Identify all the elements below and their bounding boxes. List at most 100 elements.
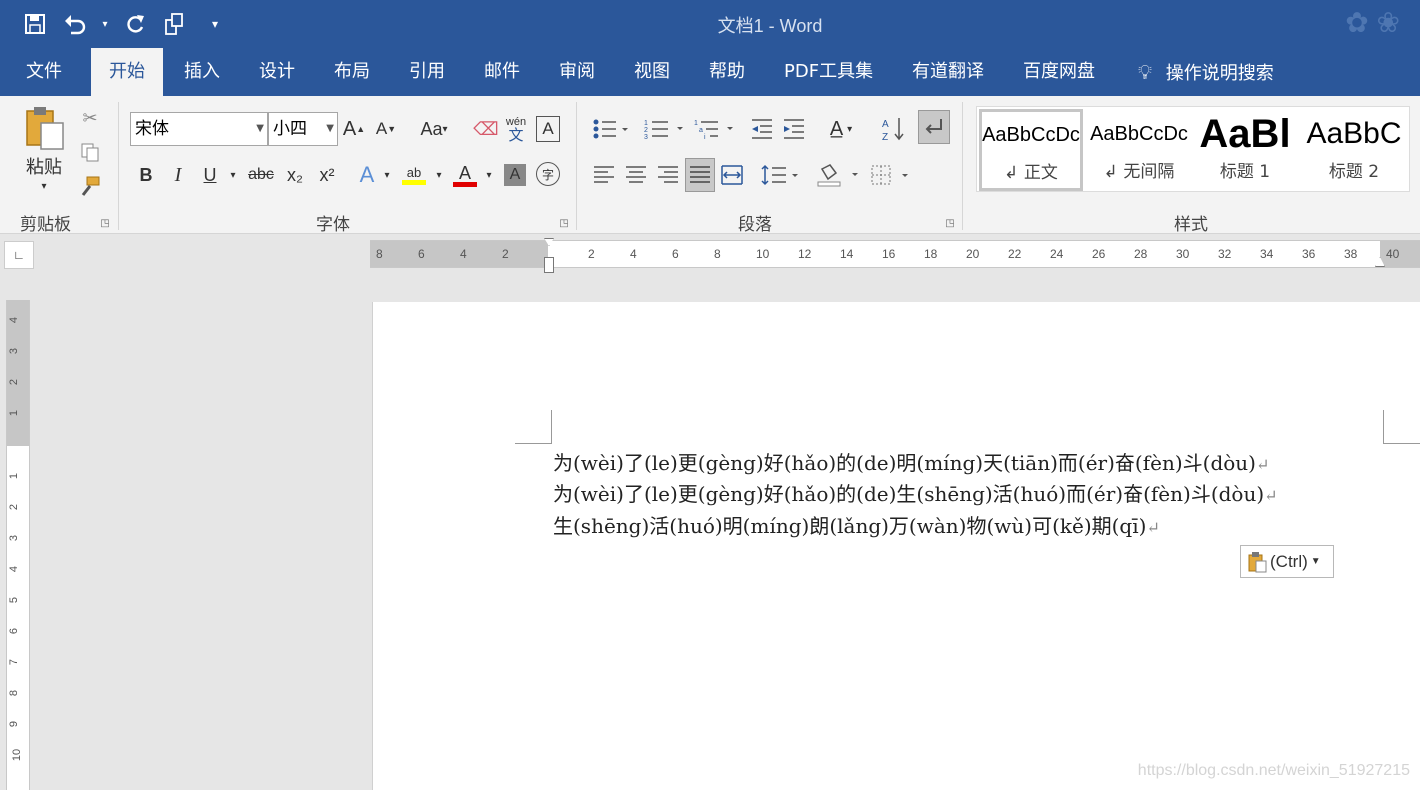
watermark: https://blog.csdn.net/weixin_51927215 [1137,762,1410,779]
line-spacing-icon[interactable] [758,160,802,190]
text-effects-icon[interactable]: A [354,160,380,190]
horizontal-ruler[interactable]: 8 6 4 2 2 4 6 8 10 12 14 16 18 20 22 24 26 28 30 32 34 36 38 40 [370,238,1420,273]
tab-home[interactable]: 开始 [91,48,163,96]
character-shading-icon[interactable]: A [504,164,526,186]
align-right-icon[interactable] [654,160,682,190]
left-indent-marker[interactable] [544,257,554,273]
ruler-tick: 8 [714,247,721,261]
decrease-indent-icon[interactable] [748,114,776,144]
character-border-icon[interactable]: A [536,116,560,142]
italic-button[interactable]: I [166,160,190,190]
enclose-characters-icon[interactable]: 字 [536,162,560,186]
show-formatting-marks-icon[interactable] [918,110,950,144]
paste-dropdown-icon[interactable]: ▾ [36,180,52,192]
ruler-tick: 7 [8,658,21,666]
font-group-label: 字体 [316,215,350,235]
format-painter-icon[interactable] [76,172,104,200]
ruler-tick: 4 [460,247,467,261]
tab-pdf-tools[interactable]: PDF工具集 [784,48,873,96]
ruler-tick: 1 [8,472,21,480]
paste-options-button[interactable]: (Ctrl) ▼ [1240,545,1334,578]
tab-layout[interactable]: 布局 [334,48,370,96]
font-name-combo[interactable]: 宋体 ▼ [130,112,268,146]
title-bar: ▾ ▾ 文档1 - Word ✿ ❀ [0,0,1420,48]
clipboard-launcher-icon[interactable]: ◳ [99,217,111,229]
paragraph-launcher-icon[interactable]: ◳ [944,217,956,229]
highlight-color-icon[interactable]: ab [400,160,428,190]
paste-icon[interactable] [22,104,68,152]
distributed-icon[interactable] [718,160,746,190]
svg-text:1: 1 [644,120,648,127]
tab-youdao-translate[interactable]: 有道翻译 [912,48,984,96]
bold-button[interactable]: B [134,160,158,190]
style-heading-1[interactable]: AaBl 标题 1 [1197,111,1293,189]
style-no-spacing[interactable]: AaBbCcDc ↲ 无间隔 [1087,111,1191,189]
svg-text:a: a [699,127,703,134]
grow-font-icon[interactable]: A ▲ [342,114,366,144]
ruler-tick: 28 [1134,247,1148,261]
tab-baidu-netdisk[interactable]: 百度网盘 [1023,48,1095,96]
style-normal[interactable]: AaBbCcDc ↲ 正文 [979,109,1083,191]
font-size-combo[interactable]: 小四 ▼ [268,112,338,146]
underline-dropdown-icon[interactable]: ▾ [226,160,240,190]
tab-mailings[interactable]: 邮件 [484,48,520,96]
superscript-button[interactable]: x² [314,160,340,190]
clipboard-group-label: 剪贴板 [20,215,71,235]
tab-references[interactable]: 引用 [409,48,445,96]
ruler-tick: 6 [418,247,425,261]
tab-file[interactable]: 文件 [26,48,62,96]
sort-icon[interactable]: AZ [878,114,908,144]
underline-button[interactable]: U [198,160,222,190]
style-heading-2[interactable]: AaBbC 标题 2 [1303,111,1405,189]
align-center-icon[interactable] [622,160,650,190]
decoration-icon: ✿ ❀ [1345,7,1400,38]
ruler-tick: 24 [1050,247,1064,261]
cut-icon[interactable]: ✂ [76,104,104,132]
increase-indent-icon[interactable] [780,114,808,144]
paste-button[interactable]: 粘贴 [22,154,66,178]
clear-formatting-icon[interactable]: ⌫ [473,114,498,144]
justify-icon[interactable] [685,158,715,192]
tab-selector-icon[interactable]: ∟ [4,241,34,269]
ruler-tick: 10 [11,748,24,762]
subscript-button[interactable]: x₂ [282,160,308,190]
strikethrough-button[interactable]: abc [246,160,276,190]
ruler-tick: 6 [672,247,679,261]
font-name-value: 宋体 [135,119,169,139]
ruler-tick: 14 [840,247,854,261]
change-case-button[interactable]: Aa ▾ [414,114,454,144]
paragraph-group-label: 段落 [738,215,772,235]
tab-review[interactable]: 审阅 [559,48,595,96]
font-color-icon[interactable]: A [452,160,478,190]
shading-icon[interactable] [814,160,862,190]
font-color-dropdown-icon[interactable]: ▾ [482,160,496,190]
tab-insert[interactable]: 插入 [184,48,220,96]
highlight-dropdown-icon[interactable]: ▾ [432,160,446,190]
font-launcher-icon[interactable]: ◳ [558,217,570,229]
vertical-ruler[interactable]: 4 3 2 1 1 2 3 4 5 6 7 8 9 10 [6,300,30,790]
tab-design[interactable]: 设计 [259,48,295,96]
ruler-tick: 3 [8,534,21,542]
tab-view[interactable]: 视图 [634,48,670,96]
tab-help[interactable]: 帮助 [709,48,745,96]
chinese-layout-icon[interactable]: A̲ ▾ [818,114,864,144]
tell-me-search[interactable]: 💡︎ 操作说明搜索 [1138,48,1274,96]
phonetic-guide-icon[interactable]: wén 文 [503,112,529,146]
ruler-tick: 9 [8,720,21,728]
borders-icon[interactable] [868,160,914,190]
ruler-tick: 34 [1260,247,1274,261]
ruler-tick: 32 [1218,247,1232,261]
multilevel-list-icon[interactable]: 1ai [692,114,736,144]
clipboard-icon [1248,551,1267,572]
ruler-tick: 22 [1008,247,1022,261]
numbering-icon[interactable]: 123 [642,114,686,144]
shrink-font-icon[interactable]: A ▼ [374,114,398,144]
document-line-2: 为(wèi)了(le)更(gèng)好(hǎo)的(de)生(shēng)活(h… [553,482,1278,506]
copy-icon[interactable] [76,138,104,166]
ruler-tick: 4 [8,316,21,324]
ruler-tick: 1 [8,409,21,417]
text-effects-dropdown-icon[interactable]: ▾ [380,160,394,190]
bullets-icon[interactable] [590,114,630,144]
lightbulb-icon: 💡︎ [1138,60,1152,84]
align-left-icon[interactable] [590,160,618,190]
